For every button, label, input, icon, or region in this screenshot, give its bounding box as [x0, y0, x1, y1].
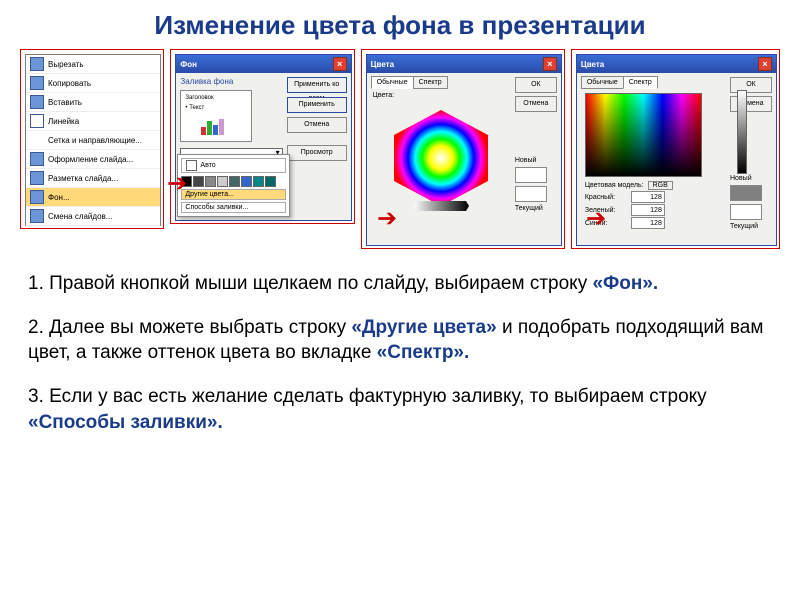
color-swatch[interactable]: [229, 176, 240, 187]
close-icon[interactable]: ×: [758, 57, 772, 71]
ok-button[interactable]: ОК: [515, 77, 557, 93]
keyword-spectrum: «Спектр».: [377, 342, 470, 363]
menu-label: Фон...: [48, 193, 70, 202]
menu-item[interactable]: Вставить: [26, 93, 160, 112]
section-label: Заливка фона: [180, 77, 282, 86]
new-label: Новый: [730, 175, 772, 182]
titlebar: Фон ×: [176, 55, 350, 73]
apply-all-button[interactable]: Применить ко всем: [287, 77, 347, 93]
keyword-fill-methods: «Способы заливки».: [28, 412, 223, 433]
tab-standard[interactable]: Обычные: [581, 76, 624, 89]
color-swatch[interactable]: [205, 176, 216, 187]
menu-label: Разметка слайда...: [48, 174, 118, 183]
model-select[interactable]: RGB: [648, 181, 673, 190]
red-label: Красный:: [585, 194, 627, 201]
menu-label: Вырезать: [48, 60, 84, 69]
menu-item[interactable]: Сетка и направляющие...: [26, 131, 160, 150]
keyword-fon: «Фон».: [592, 273, 658, 294]
step-text: 3. Если у вас есть желание сделать факту…: [28, 386, 707, 407]
menu-item[interactable]: Копировать: [26, 74, 160, 93]
step-text: 1. Правой кнопкой мыши щелкаем по слайду…: [28, 273, 592, 294]
close-icon[interactable]: ×: [543, 57, 557, 71]
color-swatch[interactable]: [265, 176, 276, 187]
current-color-preview: [515, 186, 547, 202]
more-colors-link[interactable]: Другие цвета...: [181, 189, 286, 200]
auto-color[interactable]: Авто: [181, 158, 286, 173]
step-text: 2. Далее вы можете выбрать строку: [28, 317, 351, 338]
step-1: 1. Правой кнопкой мыши щелкаем по слайду…: [28, 271, 772, 297]
tab-spectrum[interactable]: Спектр: [623, 76, 658, 89]
menu-item[interactable]: Линейка: [26, 112, 160, 131]
cancel-button[interactable]: Отмена: [515, 96, 557, 112]
context-menu: Вырезать Копировать Вставить Линейка Сет…: [25, 54, 161, 226]
preview-button[interactable]: Просмотр: [287, 145, 347, 161]
hex-color-picker[interactable]: [386, 108, 496, 208]
tab-standard[interactable]: Обычные: [371, 76, 414, 89]
luminance-slider[interactable]: [737, 90, 747, 174]
red-input[interactable]: [631, 191, 665, 203]
color-popup: Авто Другие цвета... Способы заливки...: [177, 154, 290, 217]
arrow-icon: ➔: [167, 169, 187, 198]
menu-label: Сетка и направляющие...: [48, 136, 142, 145]
menu-label: Вставить: [48, 98, 82, 107]
menu-item[interactable]: Оформление слайда...: [26, 150, 160, 169]
current-color-preview: [730, 204, 762, 220]
preview-title: Заголовок: [185, 95, 213, 101]
page-title: Изменение цвета фона в презентации: [0, 0, 800, 49]
slide-preview: Заголовок • Текст: [180, 90, 252, 142]
window-title: Фон: [180, 60, 197, 69]
color-swatch[interactable]: [253, 176, 264, 187]
step-3: 3. Если у вас есть желание сделать факту…: [28, 384, 772, 435]
arrow-icon: ➔: [586, 204, 606, 233]
panel-background-dialog: Фон × Заливка фона Заголовок • Текст При…: [170, 49, 354, 224]
auto-label: Авто: [200, 162, 215, 169]
current-label: Текущий: [515, 205, 557, 212]
menu-item[interactable]: Вырезать: [26, 55, 160, 74]
keyword-more-colors: «Другие цвета»: [351, 317, 496, 338]
menu-item[interactable]: Смена слайдов...: [26, 207, 160, 226]
close-icon[interactable]: ×: [333, 57, 347, 71]
menu-item-background[interactable]: Фон...: [26, 188, 160, 207]
menu-label: Оформление слайда...: [48, 155, 133, 164]
window-title: Цвета: [581, 60, 604, 69]
new-color-preview: [515, 167, 547, 183]
color-swatch[interactable]: [193, 176, 204, 187]
instructions: 1. Правой кнопкой мыши щелкаем по слайду…: [0, 249, 800, 435]
colors-label: Цвета:: [367, 89, 515, 102]
step-2: 2. Далее вы можете выбрать строку «Други…: [28, 315, 772, 366]
menu-label: Линейка: [48, 117, 79, 126]
titlebar: Цвета ×: [577, 55, 776, 73]
color-swatch[interactable]: [241, 176, 252, 187]
menu-label: Копировать: [48, 79, 91, 88]
new-color-preview: [730, 185, 762, 201]
spectrum-picker[interactable]: [585, 93, 702, 177]
new-label: Новый: [515, 157, 557, 164]
green-input[interactable]: [631, 204, 665, 216]
arrow-icon: ➔: [377, 204, 397, 233]
window-title: Цвета: [371, 60, 394, 69]
menu-label: Смена слайдов...: [48, 212, 112, 221]
panel-context-menu: Вырезать Копировать Вставить Линейка Сет…: [20, 49, 164, 229]
fill-methods-link[interactable]: Способы заливки...: [181, 202, 286, 213]
titlebar: Цвета ×: [367, 55, 561, 73]
cancel-button[interactable]: Отмена: [287, 117, 347, 133]
apply-button[interactable]: Применить: [287, 97, 347, 113]
tab-spectrum[interactable]: Спектр: [413, 76, 448, 89]
current-label: Текущий: [730, 223, 772, 230]
menu-item[interactable]: Разметка слайда...: [26, 169, 160, 188]
panels-row: Вырезать Копировать Вставить Линейка Сет…: [0, 49, 800, 249]
color-swatch[interactable]: [217, 176, 228, 187]
model-label: Цветовая модель:: [585, 182, 644, 189]
preview-text: • Текст: [185, 105, 204, 111]
blue-input[interactable]: [631, 217, 665, 229]
